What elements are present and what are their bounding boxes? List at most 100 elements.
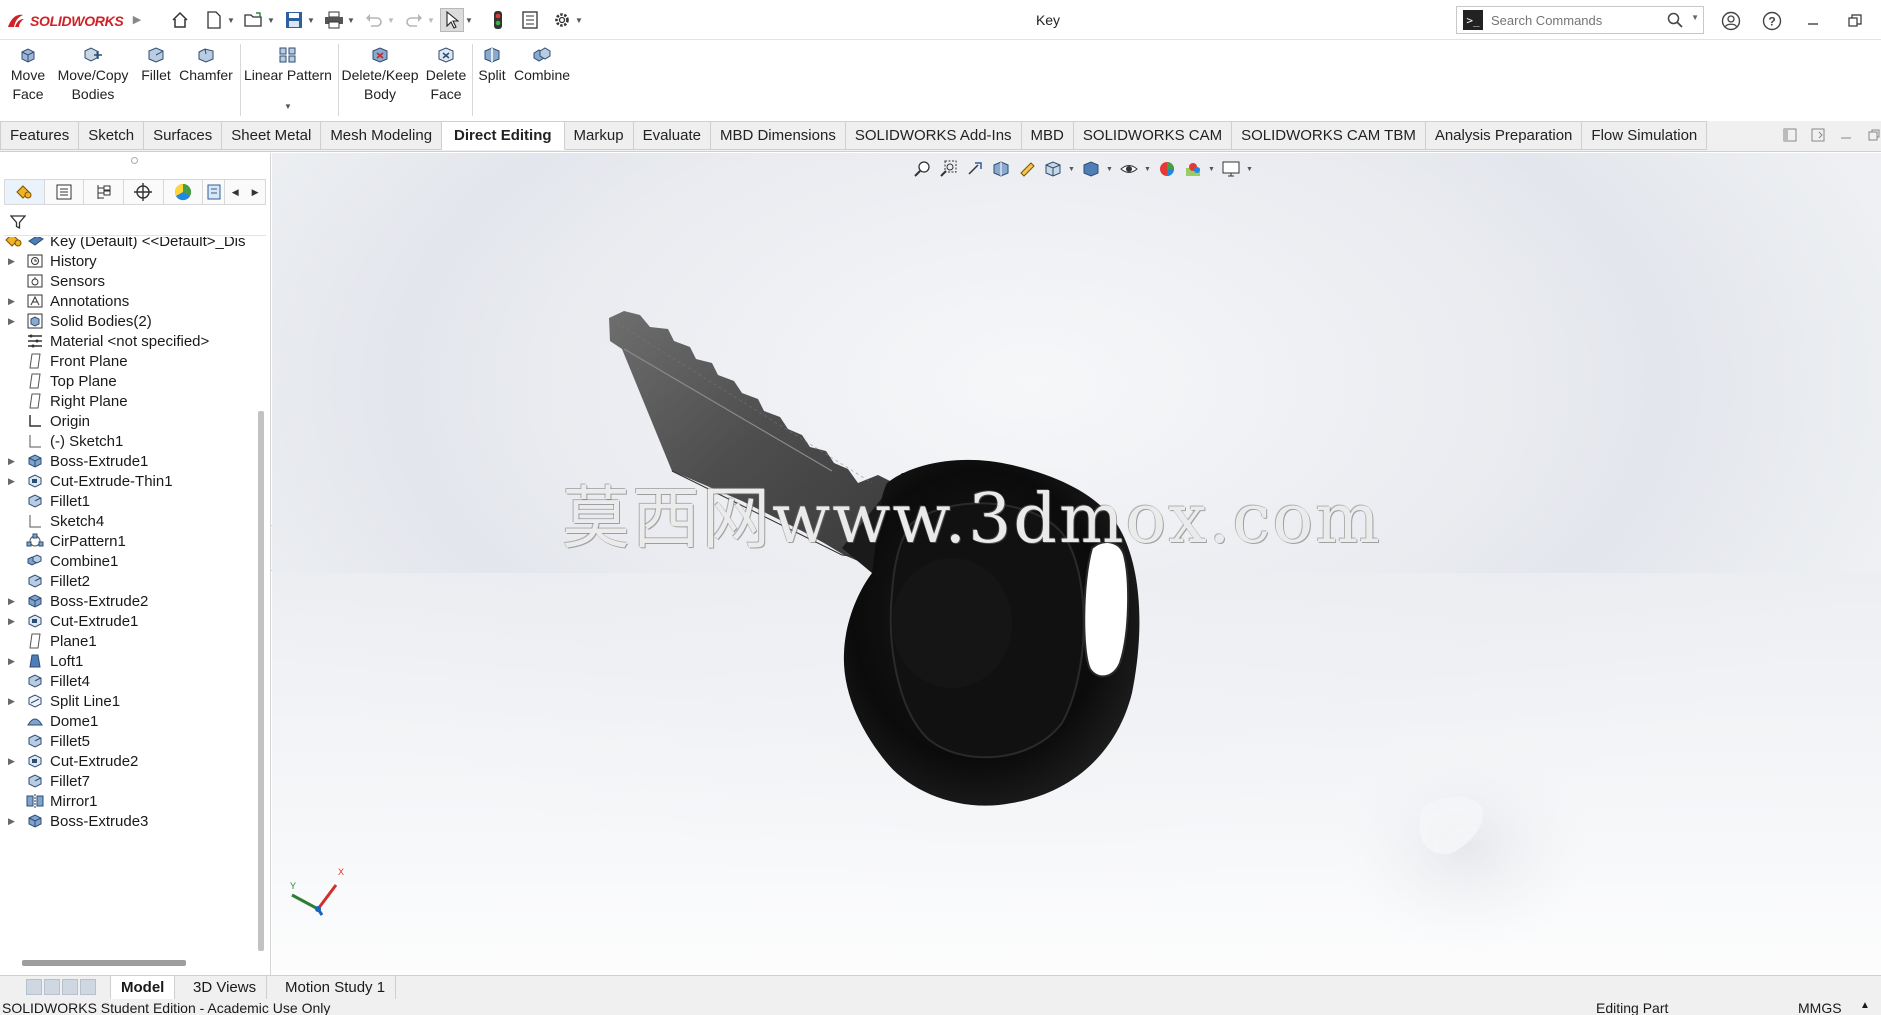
configuration-manager-tab-icon[interactable] xyxy=(84,180,125,204)
tree-item-label: Fillet5 xyxy=(50,732,91,750)
tab-sketch[interactable]: Sketch xyxy=(79,121,145,150)
linear-pattern-icon xyxy=(276,44,300,66)
key-3d-model[interactable] xyxy=(272,153,1881,975)
cmd-separator xyxy=(240,44,241,116)
tab-motion-study-1[interactable]: Motion Study 1 xyxy=(275,976,397,999)
expand-arrow-icon[interactable]: ▶ xyxy=(8,316,18,327)
filter-funnel-icon[interactable] xyxy=(9,214,27,234)
user-account-icon[interactable] xyxy=(1718,8,1744,34)
tab-flow-simulation[interactable]: Flow Simulation xyxy=(1582,121,1708,150)
search-commands-box[interactable]: >_ ▼ xyxy=(1456,6,1704,34)
tab-sheet-metal[interactable]: Sheet Metal xyxy=(222,121,322,150)
tab-solidworks-add-ins[interactable]: SOLIDWORKS Add-Ins xyxy=(845,121,1022,150)
dock-right-icon[interactable] xyxy=(1811,128,1825,142)
fillet-icon xyxy=(25,671,45,691)
split-button[interactable]: Split xyxy=(476,44,508,85)
dimxpert-manager-tab-icon[interactable] xyxy=(124,180,164,204)
tab-analysis-preparation[interactable]: Analysis Preparation xyxy=(1425,121,1583,150)
move-face-button[interactable]: Move Face xyxy=(8,44,48,104)
previous-tab-icon[interactable] xyxy=(44,979,60,995)
feature-manager-tab-icon[interactable] xyxy=(5,180,45,204)
expand-arrow-icon[interactable]: ▶ xyxy=(8,256,18,267)
tab-solidworks-cam[interactable]: SOLIDWORKS CAM xyxy=(1073,121,1233,150)
expand-arrow-icon[interactable]: ▶ xyxy=(8,456,18,467)
delete-keep-body-button[interactable]: Delete/Keep Body xyxy=(341,44,419,104)
expand-arrow-icon[interactable]: ▶ xyxy=(8,596,18,607)
tab-markup[interactable]: Markup xyxy=(564,121,634,150)
status-bar: SOLIDWORKS Student Edition - Academic Us… xyxy=(0,999,1881,1015)
linear-pattern-dropdown-icon[interactable]: ▼ xyxy=(284,102,292,111)
search-commands-input[interactable] xyxy=(1491,12,1661,28)
tree-item-label: Solid Bodies(2) xyxy=(50,312,152,330)
plane-icon xyxy=(25,391,45,411)
graphics-area[interactable]: ▼ ▼ ▼ ▼ ▼ 莫西网www.3dmox.com X Y xyxy=(272,153,1881,975)
expand-arrow-icon[interactable]: ▶ xyxy=(8,616,18,627)
sketch-icon xyxy=(25,431,45,451)
tab-mesh-modeling[interactable]: Mesh Modeling xyxy=(321,121,443,150)
manager-tabs-scroll-left-icon[interactable]: ◀ xyxy=(225,180,245,204)
restore-window-icon[interactable] xyxy=(1842,8,1868,34)
tree-item-label: Sketch4 xyxy=(50,512,105,530)
command-manager: Move Face Move/Copy Bodies Fillet Chamfe… xyxy=(0,40,1881,120)
panel-minimize-icon[interactable] xyxy=(1839,128,1853,142)
boss-extrude-icon xyxy=(25,451,45,471)
cam-feature-tree-tab-icon[interactable] xyxy=(203,180,226,204)
panel-splitter-handle[interactable] xyxy=(131,157,138,164)
delete-face-button[interactable]: Delete Face xyxy=(424,44,468,104)
manager-tabs-scroll-right-icon[interactable]: ▶ xyxy=(245,180,265,204)
search-dropdown-icon[interactable]: ▼ xyxy=(1691,13,1699,22)
tab-evaluate[interactable]: Evaluate xyxy=(633,121,711,150)
expand-arrow-icon[interactable]: ▶ xyxy=(8,816,18,827)
tab-mbd-dimensions[interactable]: MBD Dimensions xyxy=(710,121,846,150)
tree-horizontal-scrollbar[interactable] xyxy=(22,960,186,966)
reference-triad: X Y xyxy=(284,863,354,927)
tab-solidworks-cam-tbm[interactable]: SOLIDWORKS CAM TBM xyxy=(1232,121,1426,150)
first-tab-icon[interactable] xyxy=(26,979,42,995)
dock-left-icon[interactable] xyxy=(1783,128,1797,142)
panel-restore-icon[interactable] xyxy=(1867,128,1881,142)
display-manager-tab-icon[interactable] xyxy=(164,180,204,204)
delete-keep-label-2: Body xyxy=(364,86,396,102)
fillet-icon xyxy=(144,44,168,66)
plane-icon xyxy=(25,371,45,391)
tree-item-label: Cut-Extrude2 xyxy=(50,752,139,770)
tab-mbd[interactable]: MBD xyxy=(1021,121,1074,150)
tab-3d-views[interactable]: 3D Views xyxy=(183,976,268,999)
annotations-icon xyxy=(25,291,45,311)
expand-arrow-icon[interactable]: ▶ xyxy=(8,296,18,307)
tree-item-label: Mirror1 xyxy=(50,792,98,810)
delete-keep-body-icon xyxy=(368,44,392,66)
expand-arrow-icon[interactable]: ▶ xyxy=(8,476,18,487)
expand-arrow-icon[interactable]: ▶ xyxy=(8,756,18,767)
manager-tabs: ◀ ▶ xyxy=(4,179,266,205)
tree-vertical-scrollbar[interactable] xyxy=(258,411,264,951)
help-icon[interactable]: ? xyxy=(1759,8,1785,34)
last-tab-icon[interactable] xyxy=(80,979,96,995)
tree-item-boss-extrude3[interactable]: ▶ Boss-Extrude3 xyxy=(0,809,258,833)
tab-model[interactable]: Model xyxy=(110,976,176,999)
move-copy-bodies-button[interactable]: Move/Copy Bodies xyxy=(55,44,131,104)
svg-text:?: ? xyxy=(1768,15,1775,29)
status-units[interactable]: MMGS xyxy=(1798,1000,1842,1015)
combine-label: Combine xyxy=(513,67,571,83)
tab-surfaces[interactable]: Surfaces xyxy=(144,121,223,150)
move-face-label-2: Face xyxy=(12,86,44,102)
delete-face-label-2: Face xyxy=(430,86,462,102)
next-tab-icon[interactable] xyxy=(62,979,78,995)
expand-arrow-icon[interactable]: ▶ xyxy=(8,656,18,667)
fillet-button[interactable]: Fillet xyxy=(140,44,172,85)
search-icon[interactable] xyxy=(1667,12,1683,32)
property-manager-tab-icon[interactable] xyxy=(45,180,85,204)
tree-filter-bar[interactable] xyxy=(4,208,266,236)
tab-features[interactable]: Features xyxy=(0,121,80,150)
tree-item-label: Combine1 xyxy=(50,552,119,570)
move-copy-label-2: Bodies xyxy=(71,86,115,102)
combine-button[interactable]: Combine xyxy=(512,44,572,85)
tab-direct-editing[interactable]: Direct Editing xyxy=(442,121,565,150)
units-dropdown-icon[interactable]: ▲ xyxy=(1860,1000,1870,1011)
linear-pattern-button[interactable]: Linear Pattern xyxy=(244,44,332,85)
minimize-icon[interactable] xyxy=(1800,8,1826,34)
expand-arrow-icon[interactable]: ▶ xyxy=(8,696,18,707)
tree-item-label: Split Line1 xyxy=(50,692,121,710)
chamfer-button[interactable]: Chamfer xyxy=(178,44,234,85)
